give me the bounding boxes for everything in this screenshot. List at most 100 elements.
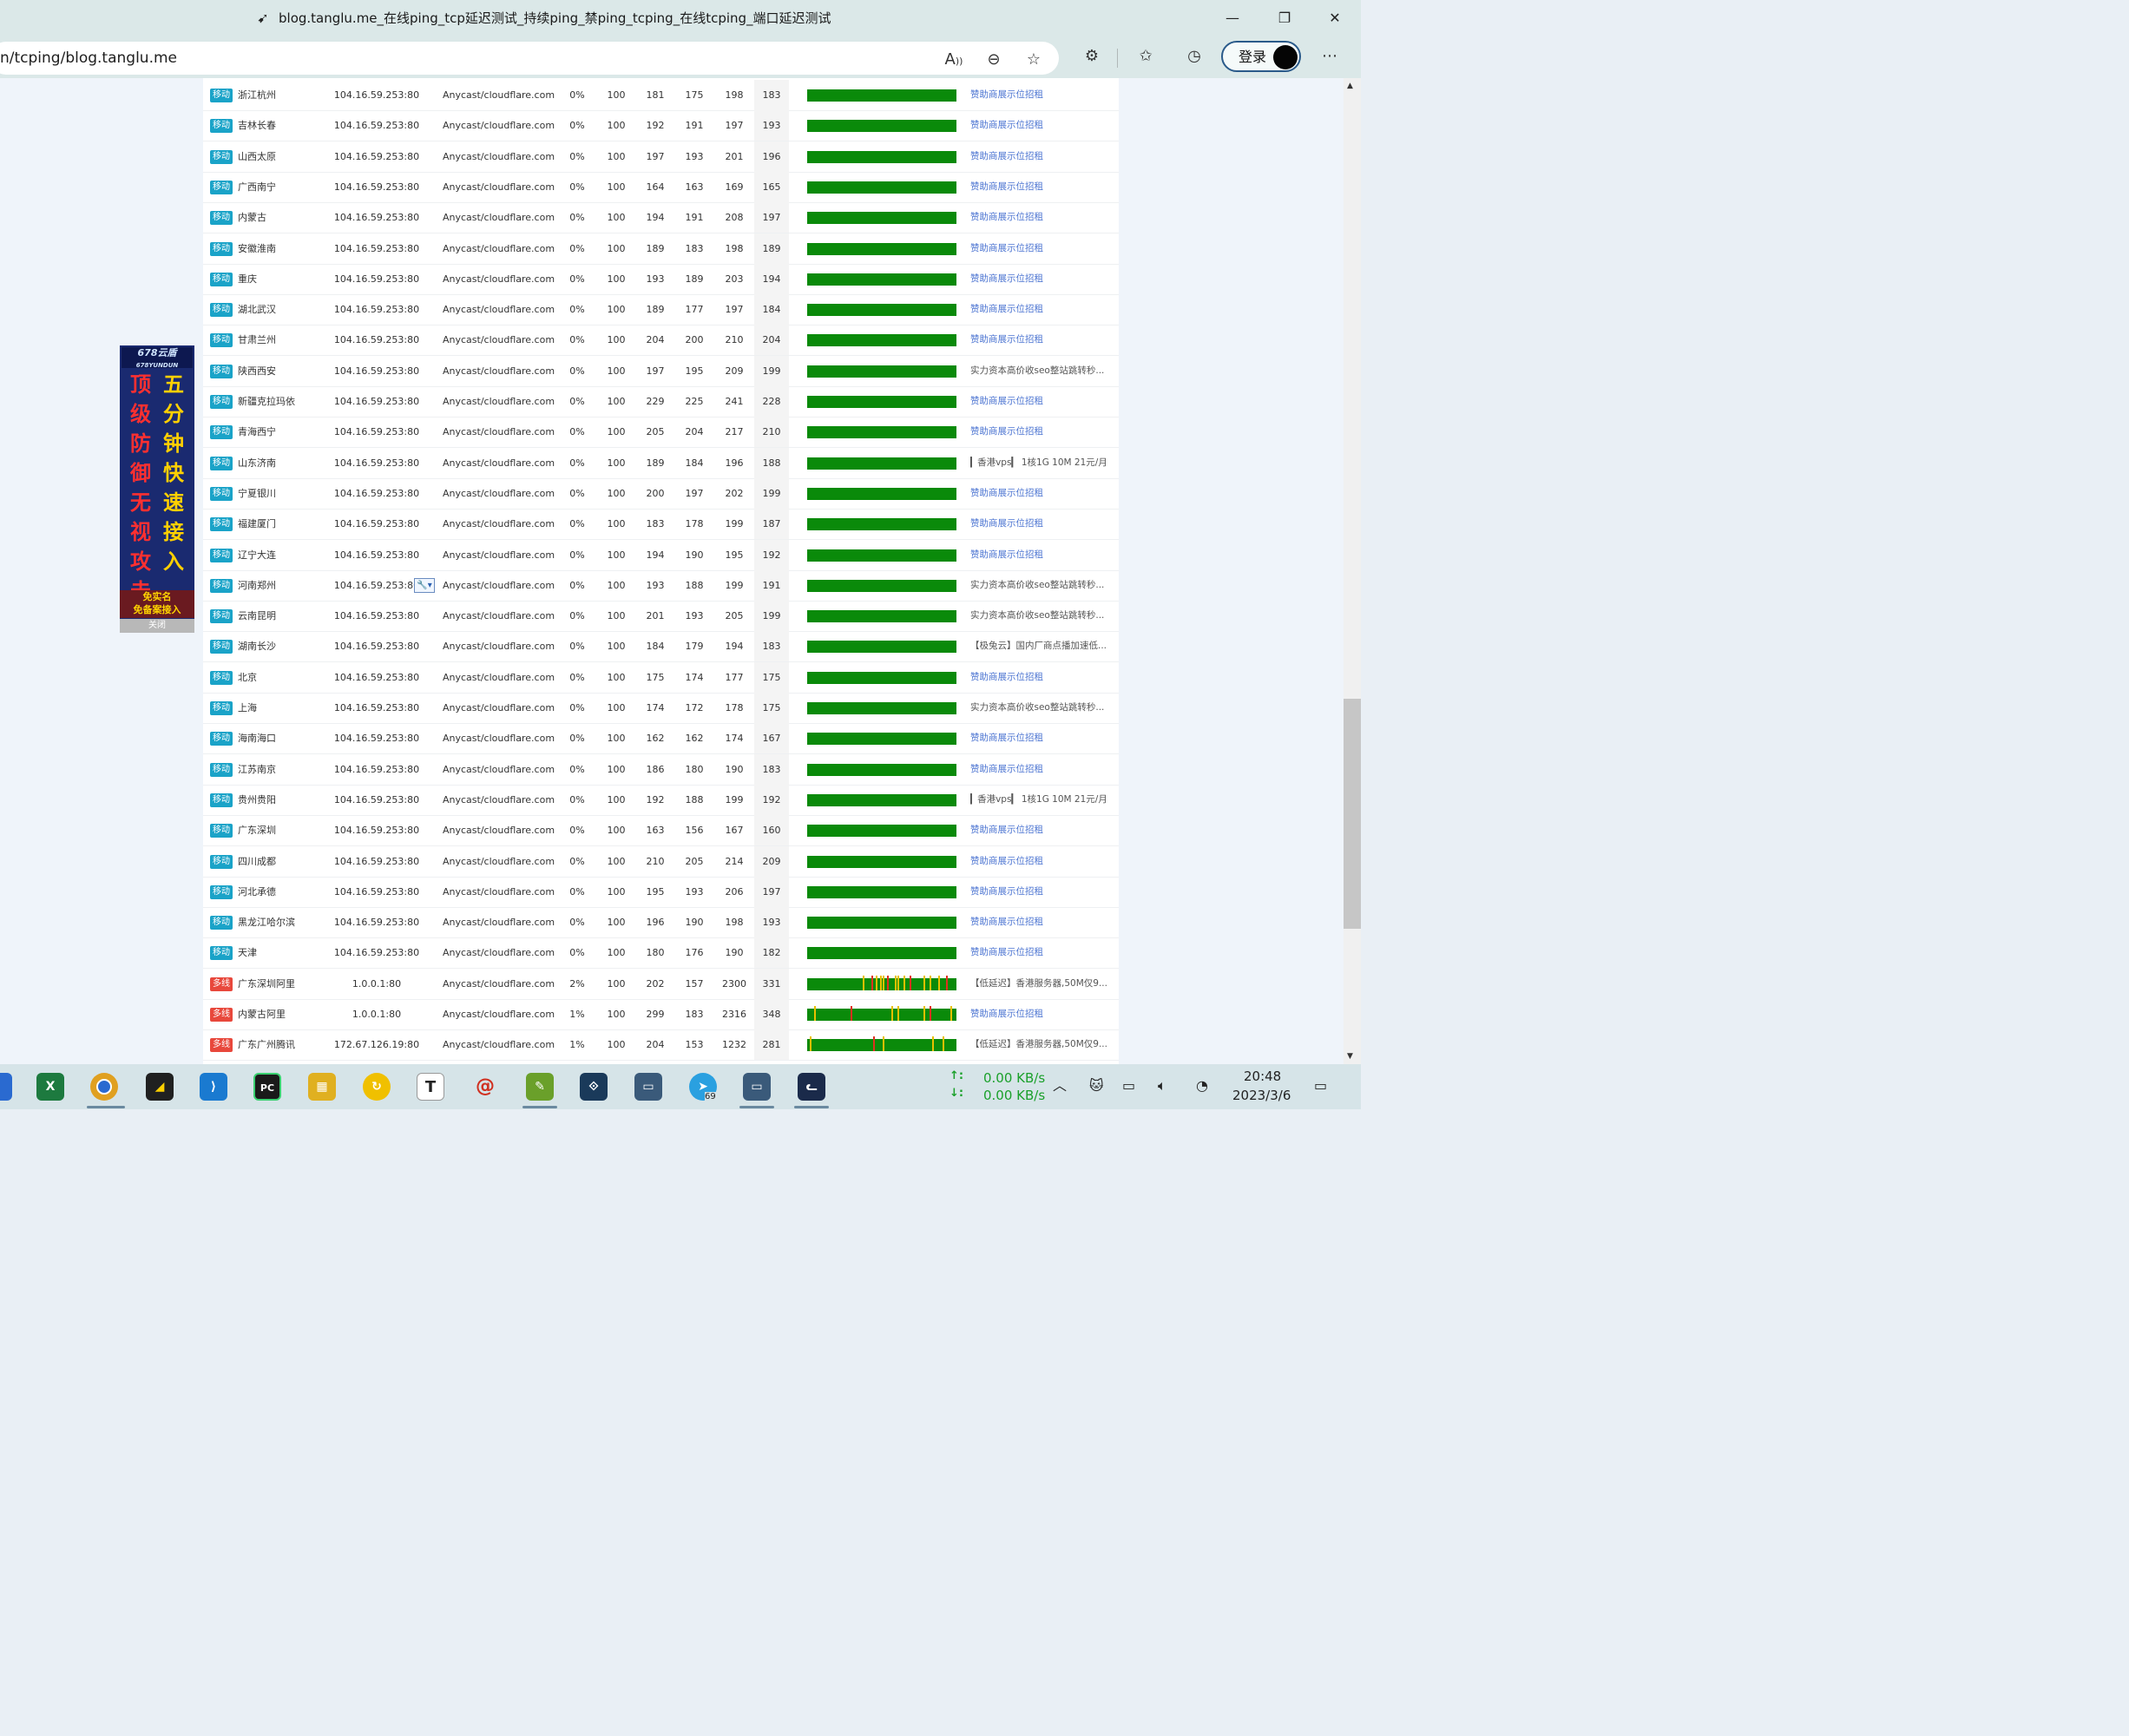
notepad-app-icon[interactable]: ✎ (526, 1073, 554, 1101)
sponsor-ad-cell[interactable]: 赞助商展示位招租 (970, 417, 1111, 447)
sponsor-ad-cell[interactable]: 赞助商展示位招租 (970, 264, 1111, 294)
ad-slogan-char: 级 (130, 401, 151, 426)
best-cell: 177 (685, 304, 704, 316)
favorites-icon[interactable]: ✩ (1134, 45, 1157, 68)
clock-date[interactable]: 2023/3/6 (1232, 1088, 1291, 1103)
ad-brand-name: 678云盾 (137, 347, 177, 358)
isp-badge: 移动 (210, 486, 233, 501)
sponsor-ad-cell[interactable]: 赞助商展示位招租 (970, 294, 1111, 325)
worst-cell: 241 (725, 396, 744, 407)
loss-cell: 0% (569, 671, 585, 683)
latency-history-bar (807, 457, 956, 470)
close-button[interactable]: ✕ (1317, 5, 1352, 31)
sponsor-ad-cell[interactable]: 赞助商展示位招租 (970, 815, 1111, 845)
tool-dropdown-icon[interactable]: 🔧▾ (414, 577, 435, 593)
snail-app-icon[interactable]: @ (471, 1073, 499, 1101)
sponsor-ad-cell[interactable]: 赞助商展示位招租 (970, 723, 1111, 753)
region-cell: 云南昆明 (238, 610, 276, 622)
isp-badge: 移动 (210, 640, 233, 654)
scroll-thumb[interactable] (1344, 699, 1361, 929)
read-aloud-icon[interactable]: A)) (943, 49, 965, 71)
sponsor-ad-cell[interactable]: 赞助商展示位招租 (970, 478, 1111, 509)
pycharm-icon[interactable]: PC (253, 1073, 281, 1101)
sticky-note-icon[interactable]: ◢ (146, 1073, 174, 1101)
sponsor-ad-cell[interactable]: 赞助商展示位招租 (970, 110, 1111, 141)
worst-cell: 199 (725, 518, 744, 530)
sponsor-ad-cell[interactable]: 赞助商展示位招租 (970, 325, 1111, 355)
more-icon[interactable]: ⋯ (1318, 45, 1341, 68)
best-cell: 190 (685, 917, 704, 929)
last-cell: 299 (646, 1009, 665, 1020)
sent-cell: 100 (607, 212, 626, 224)
sponsor-ad-cell[interactable]: 赞助商展示位招租 (970, 907, 1111, 937)
ip-cell: 104.16.59.253:80 (333, 242, 420, 254)
avg-cell: 209 (754, 845, 789, 877)
sponsor-ad-cell[interactable]: 赞助商展示位招租 (970, 846, 1111, 877)
sponsor-ad-cell[interactable]: 赞助商展示位招租 (970, 386, 1111, 417)
sponsor-ad-cell[interactable]: 赞助商展示位招租 (970, 662, 1111, 693)
page-scrollbar[interactable]: ▲ ▼ (1344, 78, 1361, 1064)
zoom-out-icon[interactable]: ⊖ (982, 49, 1005, 71)
battery-icon[interactable]: ▭ (1122, 1076, 1135, 1095)
chrome-icon[interactable] (90, 1073, 118, 1101)
typora-icon[interactable]: T (417, 1073, 444, 1101)
scroll-down-arrow-icon[interactable]: ▼ (1347, 1052, 1353, 1061)
avg-cell: 187 (754, 509, 789, 540)
last-cell: 193 (646, 579, 665, 591)
remote-desktop-2-icon[interactable]: ▭ (743, 1073, 771, 1101)
wifi-icon[interactable]: ◔ (1196, 1076, 1208, 1095)
sent-cell: 100 (607, 702, 626, 713)
url-text[interactable]: n/tcping/blog.tanglu.me (0, 49, 177, 67)
isp-badge: 移动 (210, 916, 233, 930)
sponsor-ad-cell[interactable]: 赞助商展示位招租 (970, 540, 1111, 570)
address-bar[interactable]: n/tcping/blog.tanglu.me A)) ⊖ ☆ (0, 42, 1059, 75)
worst-cell: 198 (725, 917, 744, 929)
scroll-up-arrow-icon[interactable]: ▲ (1347, 82, 1353, 90)
login-button[interactable]: 登录 (1221, 41, 1301, 72)
sponsor-ad-cell[interactable]: 赞助商展示位招租 (970, 509, 1111, 539)
notifications-icon[interactable]: ▭ (1314, 1076, 1327, 1095)
photo-app-icon[interactable]: ▦ (308, 1073, 336, 1101)
tray-cat-icon[interactable]: 🐱︎ (1089, 1076, 1104, 1095)
avg-cell: 348 (754, 999, 789, 1029)
sponsor-ad-cell[interactable]: 赞助商展示位招租 (970, 233, 1111, 264)
sponsor-ad-cell[interactable]: 赞助商展示位招租 (970, 937, 1111, 968)
ip-cell: 172.67.126.19:80 (333, 1039, 420, 1051)
sponsor-ad-cell[interactable]: 赞助商展示位招租 (970, 202, 1111, 233)
last-cell: 163 (646, 825, 665, 837)
loss-cell: 0% (569, 825, 585, 837)
remote-desktop-icon[interactable]: ▭ (634, 1073, 662, 1101)
loss-cell: 0% (569, 120, 585, 132)
loss-cell: 0% (569, 549, 585, 561)
minimize-button[interactable]: — (1215, 5, 1250, 31)
ad-close-button[interactable]: 关闭 (120, 619, 194, 633)
avg-cell: 193 (754, 110, 789, 141)
isp-badge: 移动 (210, 824, 233, 838)
start-menu-icon[interactable] (0, 1073, 12, 1101)
add-favorite-icon[interactable]: ☆ (1022, 49, 1045, 71)
table-row: 移动 北京 104.16.59.253:80 Anycast/cloudflare.c… (203, 661, 1119, 694)
ip-cell: 104.16.59.253:80 (333, 885, 420, 898)
sponsor-ad-cell[interactable]: 赞助商展示位招租 (970, 754, 1111, 785)
sponsor-ad-cell[interactable]: 赞助商展示位招租 (970, 141, 1111, 172)
history-icon[interactable]: ◷ (1183, 45, 1206, 68)
node-cell: Anycast/cloudflare.com (443, 242, 555, 254)
sponsor-ad-cell[interactable]: 赞助商展示位招租 (970, 877, 1111, 907)
excel-icon[interactable]: X (36, 1073, 64, 1101)
node-cell: Anycast/cloudflare.com (443, 733, 555, 745)
restore-button[interactable]: ❐ (1267, 5, 1302, 31)
volume-icon[interactable]: 🔈︎ (1158, 1076, 1166, 1095)
clock-time[interactable]: 20:48 (1244, 1069, 1281, 1084)
floating-ad-banner[interactable]: 678云盾 678YUNDUN 顶级防御无视攻击 五分钟快速接入 免实名 免备案… (120, 345, 194, 619)
sponsor-ad-cell[interactable]: 赞助商展示位招租 (970, 999, 1111, 1029)
cat-app-icon[interactable]: ᓚ (798, 1073, 825, 1101)
ip-cell: 104.16.59.253:80 (333, 702, 420, 713)
vpn-app-icon[interactable]: ⟐ (580, 1073, 608, 1101)
vscode-icon[interactable]: ⟩ (200, 1073, 227, 1101)
sponsor-ad-cell[interactable]: 赞助商展示位招租 (970, 172, 1111, 202)
show-hidden-icons-icon[interactable]: ︿ (1053, 1076, 1067, 1095)
sync-app-icon[interactable]: ↻ (363, 1073, 391, 1101)
sponsor-ad-cell[interactable]: 赞助商展示位招租 (970, 80, 1111, 110)
extensions-icon[interactable]: ⚙ (1081, 45, 1103, 68)
ad-slogan-char: 钟 (163, 431, 184, 456)
